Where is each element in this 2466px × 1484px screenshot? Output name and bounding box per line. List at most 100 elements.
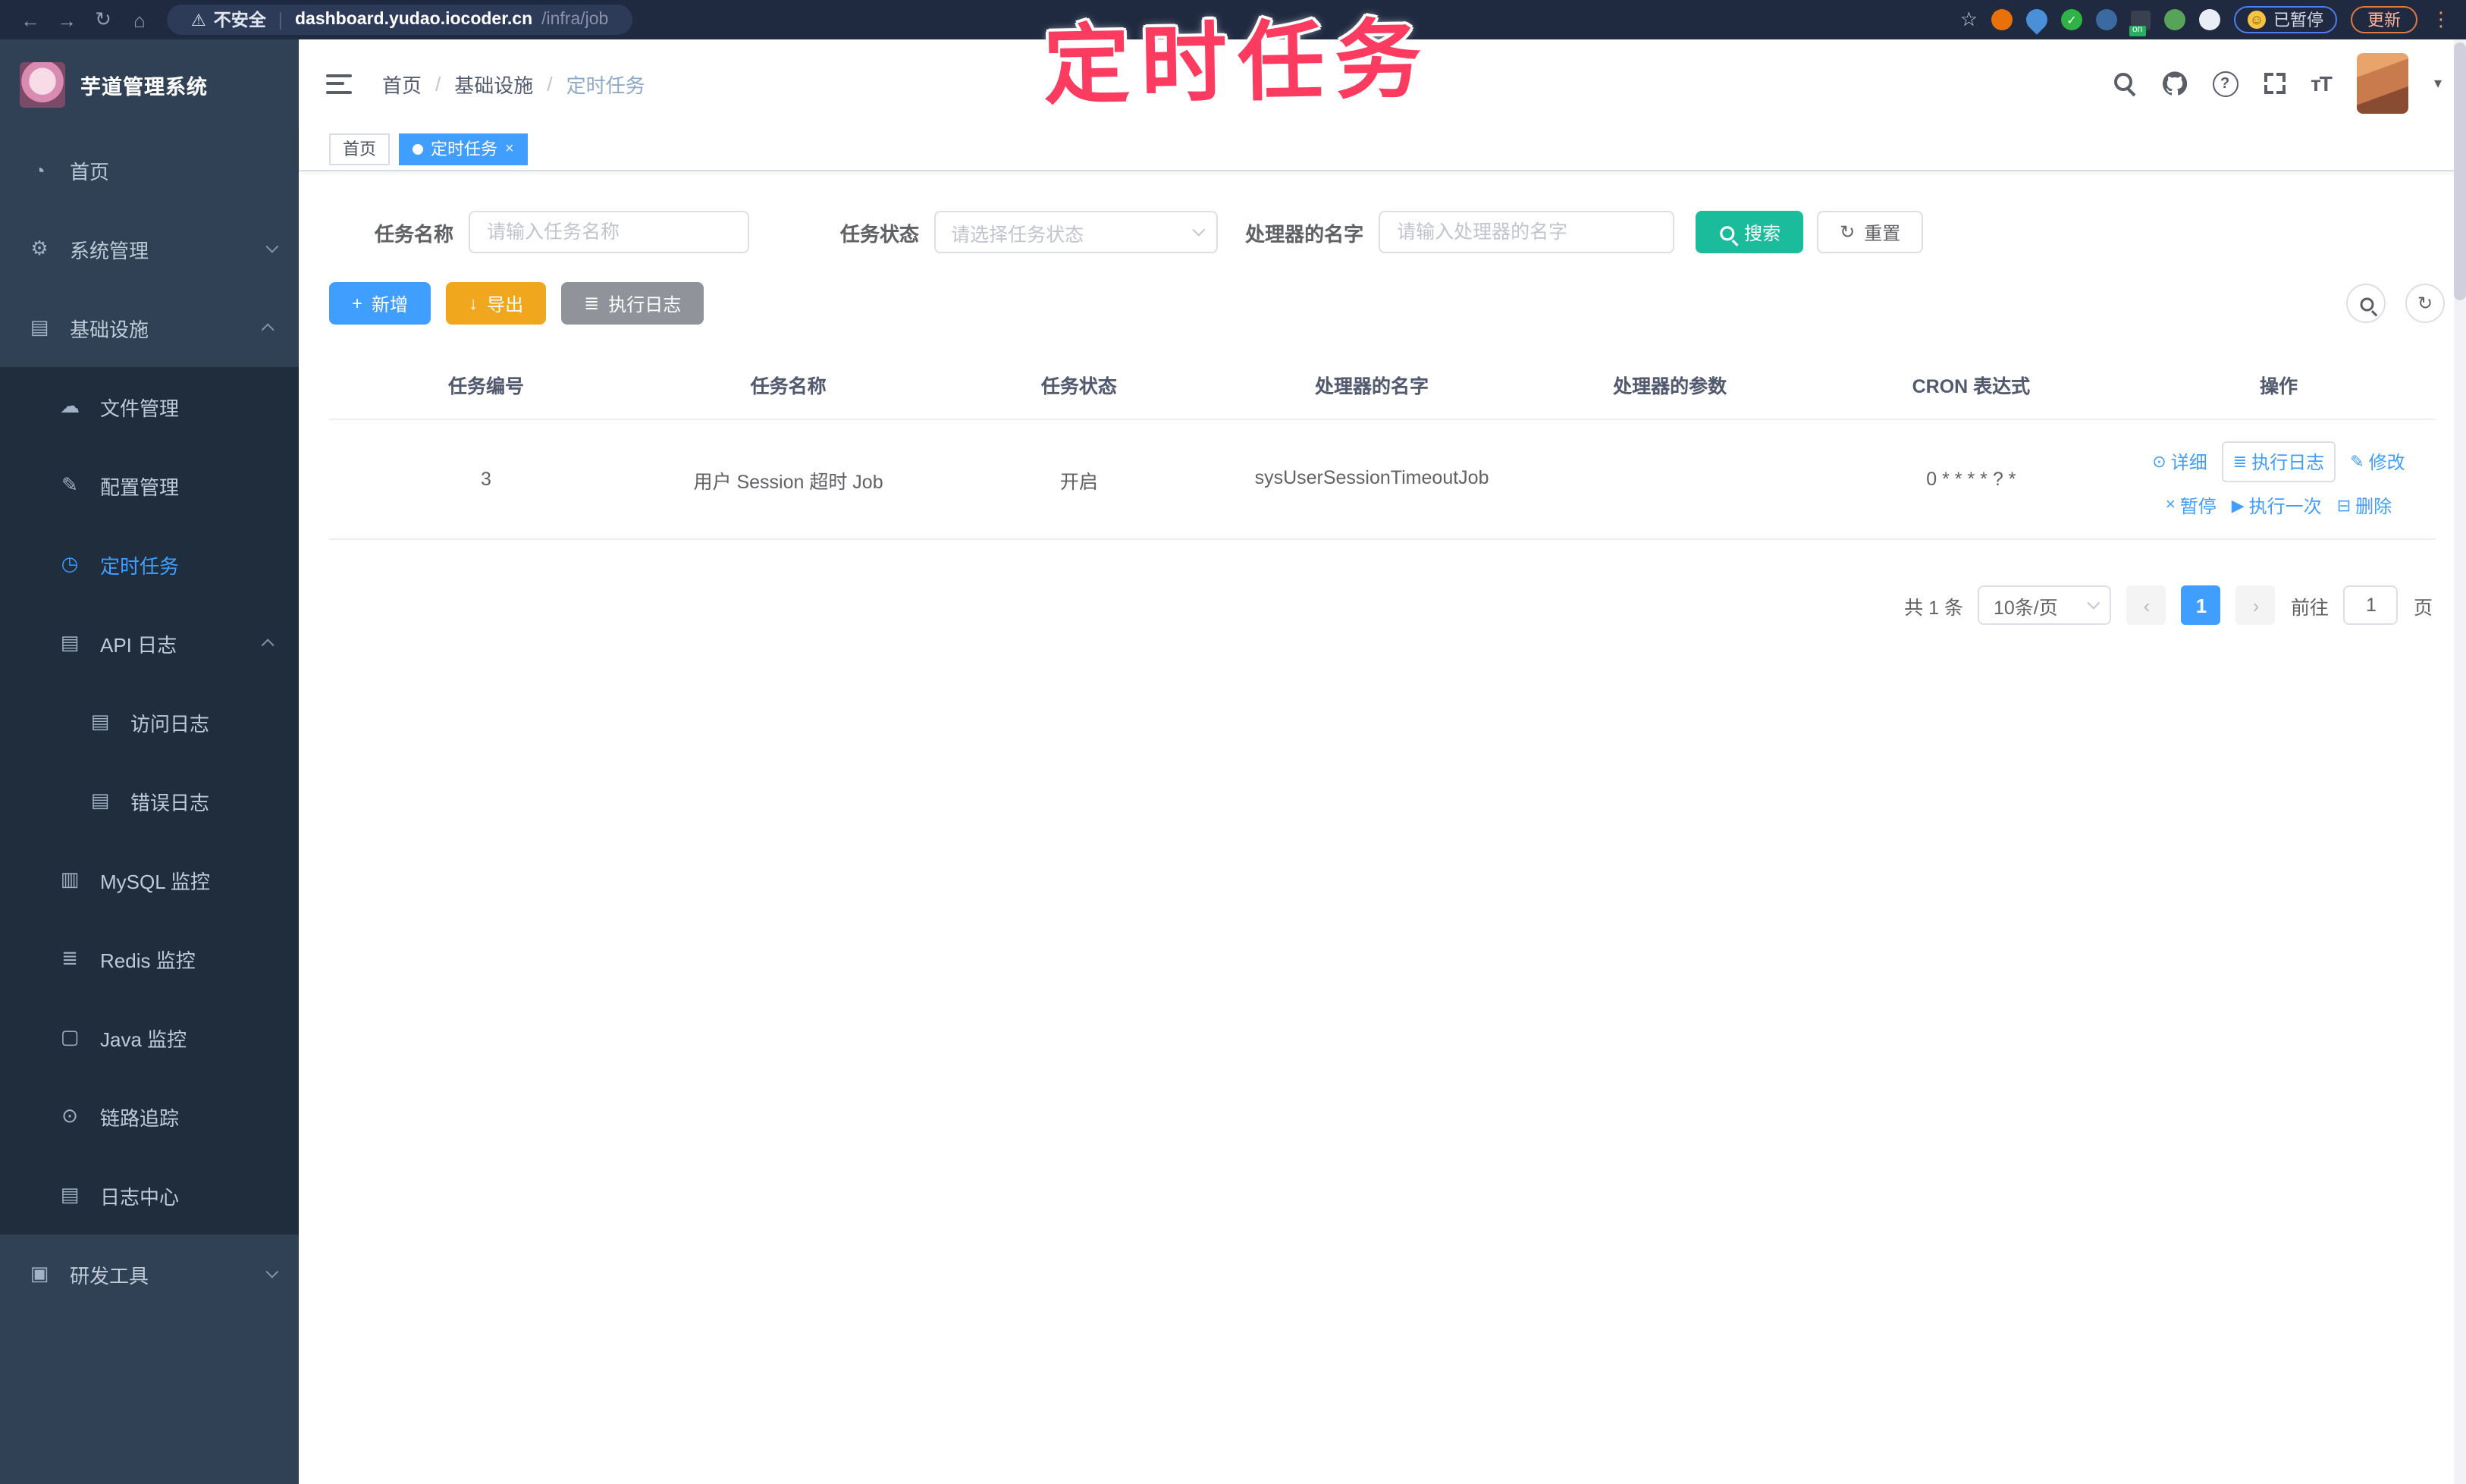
sidebar-item-log-center[interactable]: ▤ 日志中心 — [0, 1156, 299, 1235]
extensions-puzzle-icon[interactable] — [2199, 9, 2220, 30]
play-icon: ▶ — [2231, 497, 2245, 515]
sidebar-item-java-monitor[interactable]: ▢ Java 监控 — [0, 998, 299, 1077]
sidebar-item-dev-tools[interactable]: ▣ 研发工具 — [0, 1235, 299, 1313]
chevron-up-icon — [261, 323, 275, 337]
timer-icon: ◷ — [61, 552, 79, 575]
tab-home[interactable]: 首页 — [329, 133, 390, 165]
sidebar-item-scheduled-job[interactable]: ◷ 定时任务 — [0, 525, 299, 604]
active-dot-icon — [413, 143, 423, 154]
sidebar-item-label: 日志中心 — [100, 1185, 180, 1208]
refresh-button[interactable]: ↻ — [2405, 284, 2445, 323]
sidebar-item-redis-monitor[interactable]: ≣ Redis 监控 — [0, 919, 299, 998]
address-bar[interactable]: ⚠ 不安全 | dashboard.yudao.iocoder.cn/infra… — [167, 5, 633, 35]
add-button[interactable]: + 新增 — [329, 282, 431, 325]
help-icon[interactable]: ? — [2212, 71, 2239, 96]
breadcrumb-home[interactable]: 首页 — [382, 69, 422, 98]
extension-icon-green[interactable]: ✓ — [2061, 9, 2082, 30]
breadcrumb-current: 定时任务 — [566, 74, 645, 96]
dashboard-icon: ◔ — [33, 158, 45, 181]
page-content: 任务名称 任务状态 请选择任务状态 处理器的名字 搜索 ↻ 重置 — [299, 171, 2466, 1484]
tab-scheduled-job[interactable]: 定时任务 × — [399, 133, 528, 165]
app-logo[interactable]: 芋道管理系统 — [0, 39, 299, 130]
sidebar-item-trace[interactable]: ⊙ 链路追踪 — [0, 1077, 299, 1156]
breadcrumb-infra[interactable]: 基础设施 — [454, 69, 533, 98]
sidebar-item-error-log[interactable]: ▤ 错误日志 — [0, 761, 299, 840]
page-number-button[interactable]: 1 — [2181, 585, 2221, 625]
edit-link[interactable]: ✎ 修改 — [2350, 448, 2405, 474]
extension-icon-blue[interactable] — [2096, 9, 2117, 30]
detail-link[interactable]: ⊙ 详细 — [2152, 448, 2207, 474]
sidebar-item-api-log[interactable]: ▤ API 日志 — [0, 604, 299, 682]
trash-icon: ⊟ — [2336, 497, 2351, 515]
job-status-select[interactable]: 请选择任务状态 — [934, 211, 1219, 253]
user-menu-caret-icon[interactable]: ▾ — [2434, 75, 2442, 92]
monitor-icon: ▢ — [60, 1025, 80, 1048]
security-indicator[interactable]: ⚠ 不安全 — [191, 8, 266, 32]
page-size-select[interactable]: 10条/页 — [1978, 585, 2112, 625]
next-page-button[interactable]: › — [2235, 585, 2276, 625]
font-size-icon[interactable]: тT — [2311, 71, 2333, 96]
cell-job-name: 用户 Session 超时 Job — [642, 419, 934, 540]
cell-cron: 0 * * * * ? * — [1820, 419, 2122, 540]
exec-log-button-label: 执行日志 — [608, 293, 682, 315]
job-name-input[interactable] — [469, 211, 750, 253]
avatar[interactable] — [2356, 53, 2408, 114]
filter-form: 任务名称 任务状态 请选择任务状态 处理器的名字 搜索 ↻ 重置 — [299, 171, 2466, 253]
warning-icon: ⚠ — [191, 11, 206, 30]
delete-link[interactable]: ⊟ 删除 — [2337, 492, 2392, 518]
forward-icon[interactable]: → — [52, 8, 82, 31]
sidebar-item-system[interactable]: ⚙ 系统管理 — [0, 209, 299, 288]
export-button[interactable]: ↓ 导出 — [446, 282, 547, 325]
jobs-table: 任务编号 任务名称 任务状态 处理器的名字 处理器的参数 CRON 表达式 操作… — [329, 349, 2436, 540]
header-actions: ? тT ▾ — [2113, 53, 2442, 114]
pause-link[interactable]: × 暂停 — [2166, 492, 2217, 518]
sidebar-toggle-icon[interactable] — [326, 74, 352, 93]
col-job-id: 任务编号 — [329, 349, 643, 420]
run-once-link[interactable]: ▶ 执行一次 — [2232, 492, 2322, 518]
sidebar-item-access-log[interactable]: ▤ 访问日志 — [0, 682, 299, 761]
reload-icon[interactable]: ↻ — [88, 8, 118, 32]
sidebar-item-label: 研发工具 — [70, 1264, 149, 1287]
reset-button-label: 重置 — [1864, 222, 1901, 243]
extension-icon-orange[interactable] — [1991, 9, 2013, 30]
scrollbar-thumb[interactable] — [2454, 42, 2466, 300]
close-icon[interactable]: × — [505, 140, 514, 157]
search-icon[interactable] — [2113, 72, 2136, 95]
browser-update-button[interactable]: 更新 — [2351, 6, 2417, 33]
page-scrollbar[interactable] — [2454, 39, 2466, 1484]
handler-name-input[interactable] — [1379, 211, 1675, 253]
pause-link-label: 暂停 — [2179, 495, 2217, 516]
sidebar-item-infra[interactable]: ▤ 基础设施 — [0, 288, 299, 367]
sidebar-item-file-manage[interactable]: ☁ 文件管理 — [0, 367, 299, 446]
chevron-down-icon — [2088, 596, 2101, 610]
sidebar-item-home[interactable]: ◔ 首页 — [0, 130, 299, 209]
col-cron: CRON 表达式 — [1820, 349, 2122, 420]
browser-menu-icon[interactable]: ⋮ — [2431, 8, 2451, 32]
github-icon[interactable] — [2162, 71, 2187, 96]
sidebar-item-label: 链路追踪 — [100, 1106, 180, 1129]
sidebar-item-mysql-monitor[interactable]: ▥ MySQL 监控 — [0, 840, 299, 919]
extension-icon-leaf[interactable] — [2164, 9, 2185, 30]
back-icon[interactable]: ← — [15, 8, 45, 31]
database-icon: ▥ — [60, 867, 80, 890]
bookmark-star-icon[interactable]: ☆ — [1960, 8, 1978, 32]
sidebar-item-label: 首页 — [70, 160, 110, 183]
job-log-link[interactable]: ≣ 执行日志 — [2222, 441, 2336, 482]
breadcrumb-separator: / — [547, 72, 553, 95]
profile-paused-badge[interactable]: ☺ 已暂停 — [2234, 6, 2337, 33]
goto-page-input[interactable] — [2343, 585, 2399, 625]
job-log-link-label: 执行日志 — [2251, 451, 2325, 472]
extension-icon-dark[interactable]: on — [2129, 10, 2151, 36]
exec-log-button[interactable]: ≣ 执行日志 — [561, 282, 704, 325]
sidebar-item-config-manage[interactable]: ✎ 配置管理 — [0, 446, 299, 525]
fullscreen-icon[interactable] — [2264, 73, 2286, 94]
cell-handler-param — [1519, 419, 1821, 540]
search-button[interactable]: 搜索 — [1696, 211, 1804, 253]
toggle-search-button[interactable] — [2346, 284, 2386, 323]
extension-icon-drop[interactable] — [2022, 5, 2052, 35]
select-placeholder: 请选择任务状态 — [951, 224, 1084, 245]
reset-button[interactable]: ↻ 重置 — [1817, 211, 1924, 253]
main-area: 首页 / 基础设施 / 定时任务 ? тT ▾ 首页 定时任务 × 任务名称 请… — [299, 39, 2466, 1484]
home-icon[interactable]: ⌂ — [124, 8, 155, 31]
prev-page-button[interactable]: ‹ — [2126, 585, 2166, 625]
